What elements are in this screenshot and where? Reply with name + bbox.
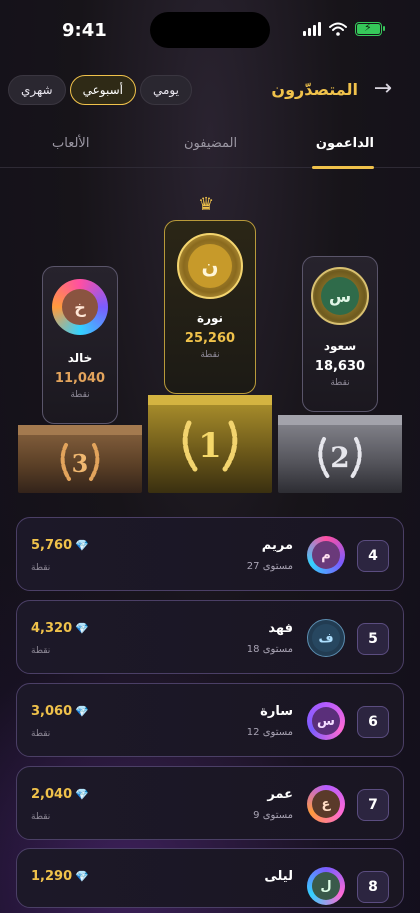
podium-score-first: 25,260 — [184, 331, 236, 346]
score-unit: نقطة — [31, 563, 51, 573]
avatar-second: س — [311, 267, 369, 325]
leaderboard-row[interactable]: 4 م مريم مستوى 27 5,760 💎 نقطة — [16, 517, 404, 591]
pedestal-second: 2 — [278, 415, 402, 493]
podium-name-second: سعود — [323, 339, 357, 353]
gem-icon: 💎 — [75, 622, 89, 635]
rank-badge: 4 — [357, 540, 389, 572]
user-score: 2,040 — [31, 787, 73, 802]
podium-unit-third: نقطة — [70, 390, 90, 400]
battery-icon: ⚡ — [355, 21, 385, 36]
user-score: 3,060 — [31, 704, 73, 719]
avatar: م — [307, 536, 345, 574]
gem-icon: 💎 — [75, 870, 89, 883]
user-level: مستوى 27 — [246, 561, 293, 572]
period-weekly[interactable]: أسبوعي — [69, 75, 136, 105]
header: → المتصدّرون شهري أسبوعي يومي — [0, 72, 420, 110]
user-level: مستوى 18 — [246, 644, 293, 655]
user-score: 5,760 — [31, 538, 73, 553]
user-name: عمر — [267, 787, 293, 802]
avatar-initial: ن — [188, 244, 232, 288]
leaderboard-row[interactable]: 7 ع عمر مستوى 9 2,040 💎 نقطة — [16, 766, 404, 840]
user-level: مستوى 9 — [253, 810, 293, 821]
podium-score-second: 18,630 — [314, 359, 366, 374]
avatar: س — [307, 702, 345, 740]
leaderboard-row[interactable]: 5 ف فهد مستوى 18 4,320 💎 نقطة — [16, 600, 404, 674]
active-tab-indicator — [312, 166, 374, 169]
user-score: 4,320 — [31, 621, 73, 636]
period-selector: شهري أسبوعي يومي — [8, 75, 192, 105]
signal-icon — [303, 22, 321, 36]
user-score: 1,290 — [31, 869, 73, 884]
avatar: ل — [307, 867, 345, 905]
user-level: مستوى 12 — [246, 727, 293, 738]
avatar-initial: خ — [62, 289, 98, 325]
rank-badge: 5 — [357, 623, 389, 655]
podium-unit-first: نقطة — [200, 350, 220, 360]
user-name: فهد — [268, 621, 293, 636]
user-name: سارة — [260, 704, 293, 719]
avatar-initial: م — [312, 541, 340, 569]
gem-icon: 💎 — [75, 539, 89, 552]
score-unit: نقطة — [31, 729, 51, 739]
avatar-third: خ — [52, 279, 108, 335]
rank-badge: 8 — [357, 871, 389, 903]
tab-hosts[interactable]: المضيفون — [184, 136, 237, 151]
status-bar: 9:41 ⚡ — [0, 0, 420, 60]
dynamic-island — [150, 12, 270, 48]
rank-number-third: 3 — [71, 448, 89, 478]
avatar-initial: س — [321, 277, 359, 315]
tab-games[interactable]: الألعاب — [52, 136, 89, 151]
podium-card-third[interactable]: خ خالد 11,040 نقطة — [42, 266, 118, 424]
podium-card-first[interactable]: ن نورة 25,260 نقطة — [164, 220, 256, 394]
tab-supporters[interactable]: الداعمون — [316, 136, 374, 151]
arrow-right-icon[interactable]: → — [374, 76, 392, 101]
avatar-initial: ل — [312, 872, 340, 900]
period-daily[interactable]: يومي — [139, 75, 192, 105]
rank-badge: 7 — [357, 789, 389, 821]
pedestal-first: 1 — [148, 395, 272, 493]
page-title: المتصدّرون — [271, 80, 358, 99]
status-icons: ⚡ — [303, 21, 385, 36]
rank-badge: 6 — [357, 706, 389, 738]
crown-icon: ♛ — [198, 194, 215, 215]
avatar: ع — [307, 785, 345, 823]
avatar-initial: س — [312, 707, 340, 735]
rank-number-first: 1 — [198, 426, 222, 466]
score-unit: نقطة — [31, 812, 51, 822]
podium-name-first: نورة — [196, 311, 224, 325]
leaderboard-row[interactable]: 8 ل ليلى 1,290 💎 — [16, 848, 404, 908]
leaderboard-row[interactable]: 6 س سارة مستوى 12 3,060 💎 نقطة — [16, 683, 404, 757]
podium-unit-second: نقطة — [330, 378, 350, 388]
category-tabs: الداعمون المضيفون الألعاب — [0, 128, 420, 169]
avatar-initial: ف — [312, 624, 340, 652]
wifi-icon — [329, 22, 347, 36]
user-name: ليلى — [264, 869, 293, 884]
avatar-first: ن — [177, 233, 243, 299]
avatar-initial: ع — [312, 790, 340, 818]
pedestal-third: 3 — [18, 425, 142, 493]
score-unit: نقطة — [31, 646, 51, 656]
podium-card-second[interactable]: س سعود 18,630 نقطة — [302, 256, 378, 412]
gem-icon: 💎 — [75, 705, 89, 718]
period-monthly[interactable]: شهري — [8, 75, 66, 105]
avatar: ف — [307, 619, 345, 657]
user-name: مريم — [261, 538, 293, 553]
podium-name-third: خالد — [67, 351, 93, 365]
gem-icon: 💎 — [75, 788, 89, 801]
podium-score-third: 11,040 — [54, 371, 106, 386]
rank-number-second: 2 — [330, 440, 350, 474]
status-time: 9:41 — [62, 20, 107, 41]
